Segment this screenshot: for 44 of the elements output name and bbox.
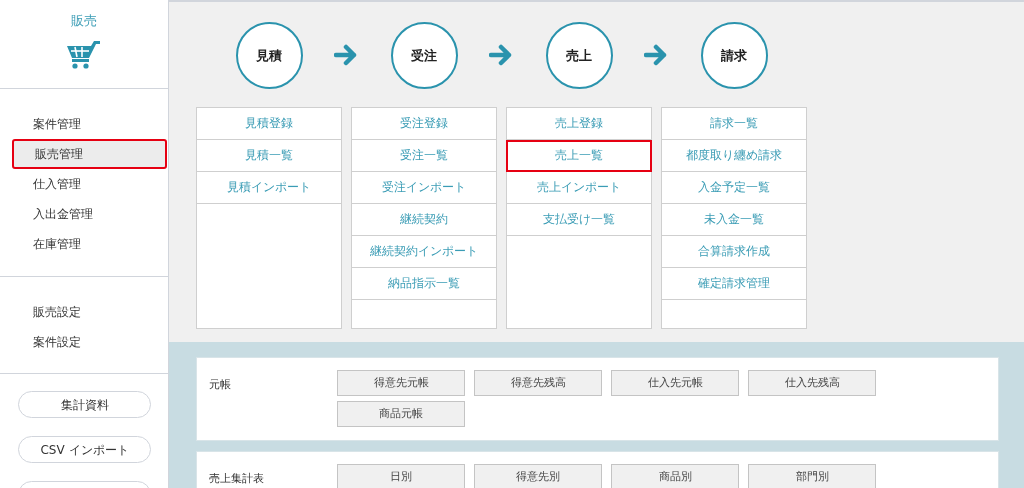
report-button[interactable]: 商品元帳 bbox=[337, 401, 465, 427]
sidebar-title: 販売 bbox=[71, 12, 97, 30]
report-button[interactable]: 日別 bbox=[337, 464, 465, 488]
menu-link[interactable]: 見積一覧 bbox=[197, 140, 341, 172]
sidebar-item[interactable]: 販売管理 bbox=[12, 139, 167, 169]
menu-link[interactable]: 継続契約 bbox=[352, 204, 496, 236]
menu-link[interactable]: 支払受け一覧 bbox=[507, 204, 651, 236]
menu-link[interactable]: 売上登録 bbox=[507, 108, 651, 140]
shopping-cart-icon bbox=[66, 40, 102, 70]
menu-link[interactable]: 確定請求管理 bbox=[662, 268, 806, 300]
sidebar-item[interactable]: 在庫管理 bbox=[12, 229, 167, 259]
menu-link[interactable]: 合算請求作成 bbox=[662, 236, 806, 268]
menu-link[interactable]: 受注インポート bbox=[352, 172, 496, 204]
arrow-icon bbox=[489, 44, 514, 66]
report-button[interactable]: 仕入先残高 bbox=[748, 370, 876, 396]
menu-link[interactable]: 請求一覧 bbox=[662, 108, 806, 140]
arrow-icon bbox=[334, 44, 359, 66]
menu-link[interactable]: 都度取り纏め請求 bbox=[662, 140, 806, 172]
report-button[interactable]: 商品別 bbox=[611, 464, 739, 488]
menu-link[interactable]: 継続契約インポート bbox=[352, 236, 496, 268]
menu-link[interactable]: 受注登録 bbox=[352, 108, 496, 140]
sidebar-item[interactable]: 販売設定 bbox=[12, 297, 167, 327]
pill-button[interactable]: 集計資料 bbox=[18, 391, 151, 418]
menu-link[interactable]: 売上一覧 bbox=[506, 140, 652, 172]
report-button[interactable]: 得意先元帳 bbox=[337, 370, 465, 396]
menu-link[interactable]: 見積登録 bbox=[197, 108, 341, 140]
sidebar-item[interactable]: 案件管理 bbox=[12, 109, 167, 139]
menu-link[interactable]: 入金予定一覧 bbox=[662, 172, 806, 204]
sidebar-item[interactable]: 仕入管理 bbox=[12, 169, 167, 199]
menu-link[interactable]: 売上インポート bbox=[507, 172, 651, 204]
menu-link[interactable]: 納品指示一覧 bbox=[352, 268, 496, 300]
report-label: 売上集計表 bbox=[209, 471, 265, 487]
menu-link[interactable]: 見積インポート bbox=[197, 172, 341, 204]
arrow-icon bbox=[644, 44, 669, 66]
report-button[interactable]: 得意先残高 bbox=[474, 370, 602, 396]
pill-button[interactable]: CSV インポート bbox=[18, 436, 151, 463]
menu-link[interactable]: 受注一覧 bbox=[352, 140, 496, 172]
report-label: 元帳 bbox=[209, 377, 232, 393]
report-button[interactable]: 得意先別 bbox=[474, 464, 602, 488]
report-button[interactable]: 部門別 bbox=[748, 464, 876, 488]
menu-link[interactable]: 未入金一覧 bbox=[662, 204, 806, 236]
sidebar-item[interactable]: 入出金管理 bbox=[12, 199, 167, 229]
sidebar-item[interactable]: 案件設定 bbox=[12, 327, 167, 357]
report-button[interactable]: 仕入先元帳 bbox=[611, 370, 739, 396]
